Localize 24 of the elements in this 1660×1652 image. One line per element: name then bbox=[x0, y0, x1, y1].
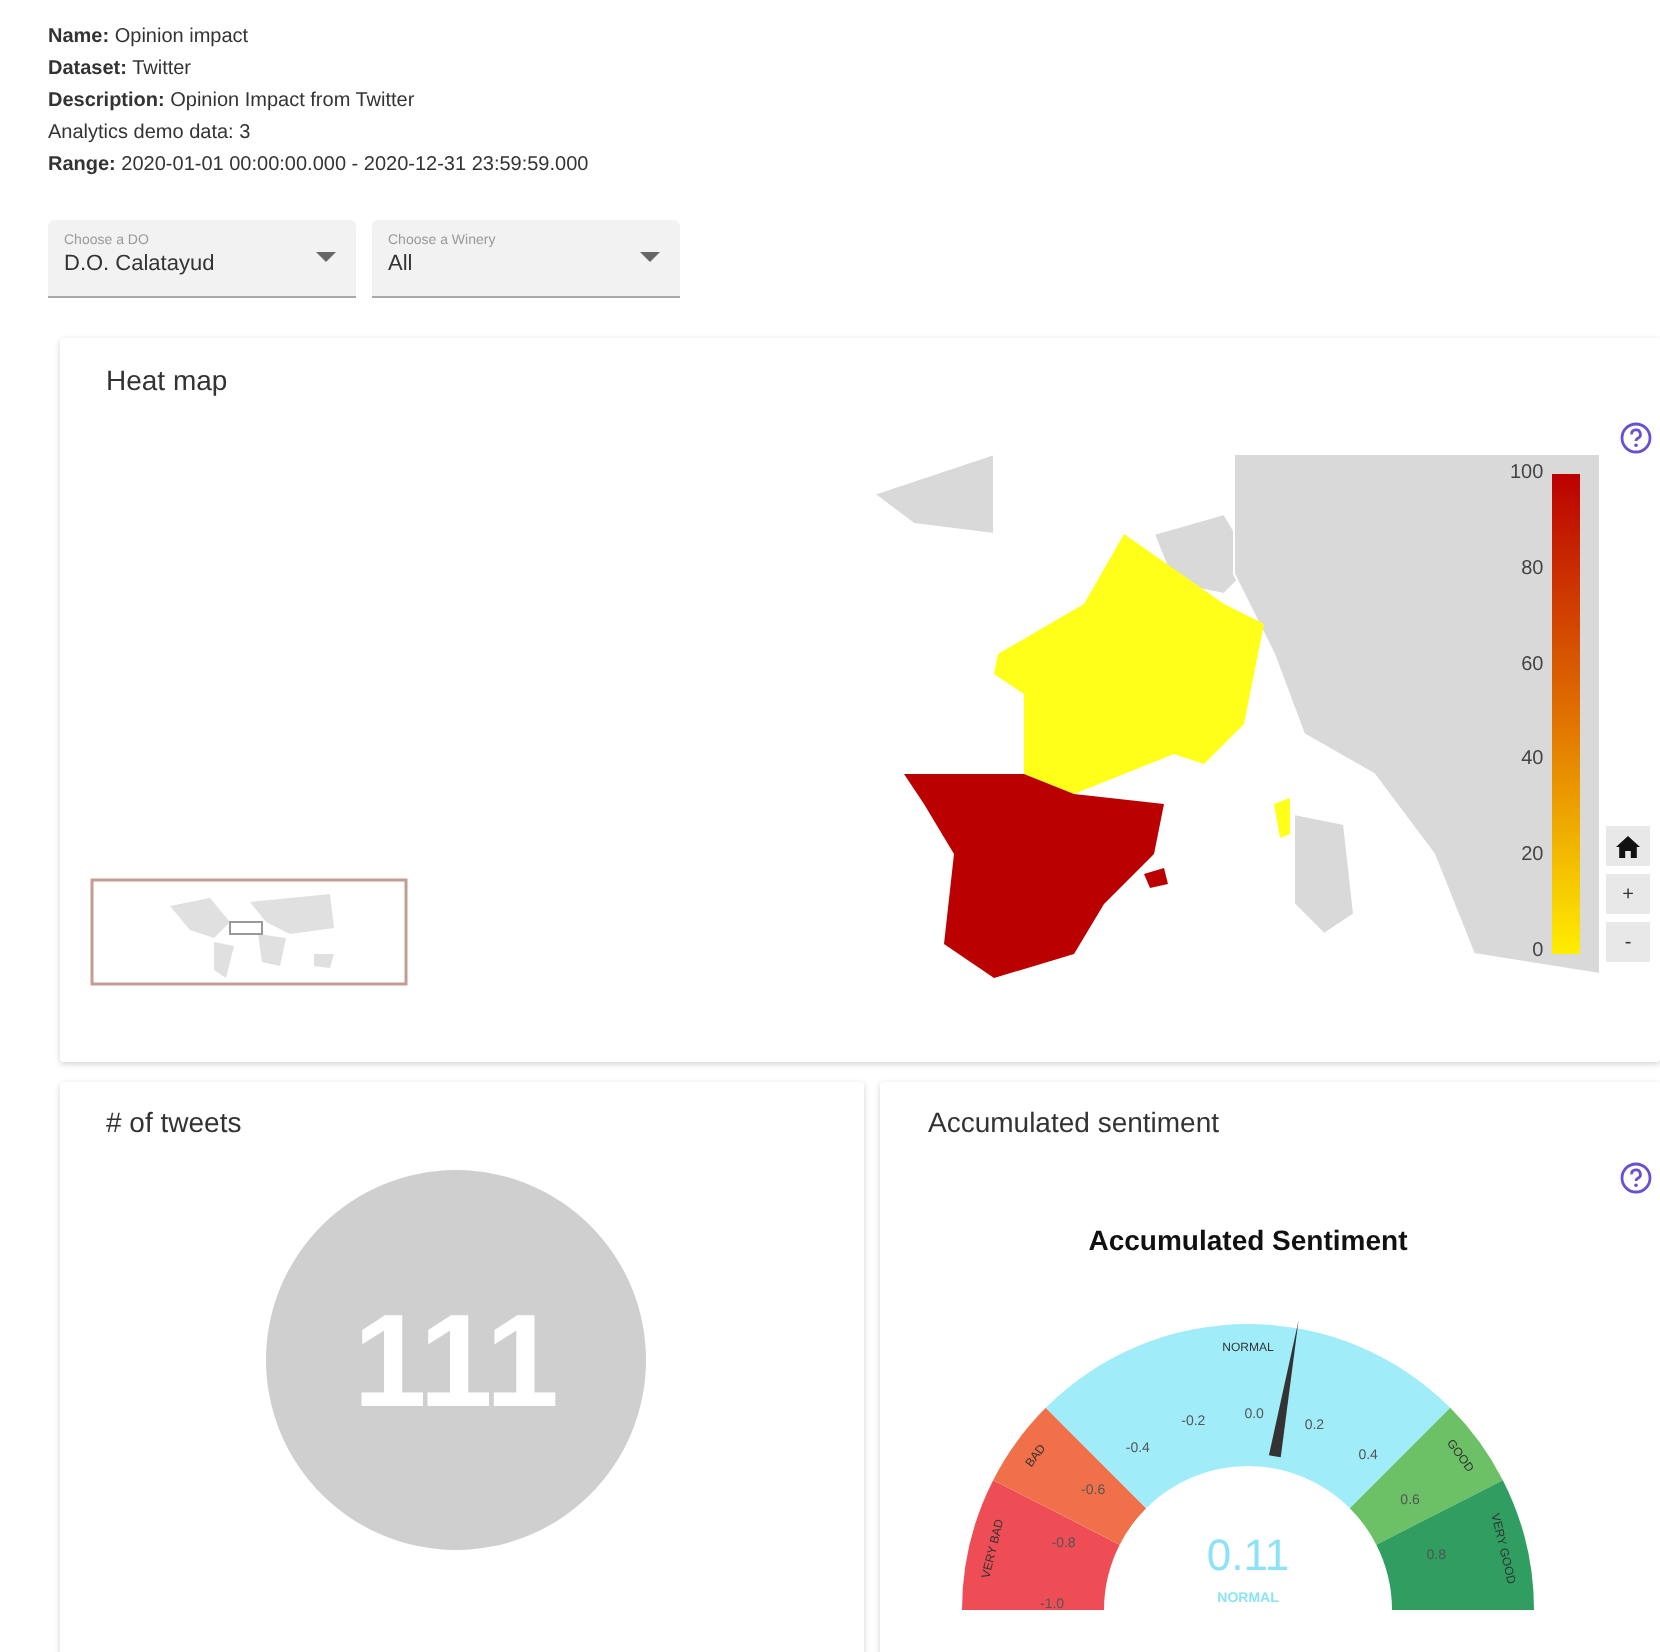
info-line: Analytics demo data: 3 bbox=[48, 120, 253, 148]
info-line: Dataset: Twitter bbox=[48, 56, 194, 84]
info-line: Range: 2020-01-01 00:00:00.000 - 2020-12-31 23:59:59.000 bbox=[48, 152, 591, 180]
legend-tick: 40 bbox=[1521, 748, 1544, 771]
info-line: Name: Opinion impact bbox=[48, 24, 251, 52]
legend-tick: 20 bbox=[1521, 844, 1544, 867]
legend-tick: 100 bbox=[1510, 462, 1544, 484]
gauge-title: Accumulated Sentiment bbox=[1088, 1224, 1408, 1256]
help-icon[interactable] bbox=[1620, 422, 1652, 454]
home-icon bbox=[1616, 835, 1640, 857]
card-title: # of tweets bbox=[106, 1106, 242, 1138]
card-title: Accumulated sentiment bbox=[928, 1106, 1220, 1138]
home-button[interactable] bbox=[1606, 826, 1650, 866]
legend-tick: 60 bbox=[1521, 653, 1544, 676]
gauge-value: 0.11 bbox=[1206, 1530, 1290, 1580]
zoom-button[interactable]: - bbox=[1606, 922, 1650, 962]
help-icon[interactable] bbox=[1620, 1162, 1652, 1194]
caret-icon bbox=[640, 252, 660, 262]
legend-tick: 80 bbox=[1521, 557, 1544, 580]
zoom-button[interactable]: + bbox=[1606, 874, 1650, 914]
legend-tick: 0 bbox=[1532, 939, 1544, 962]
caret-icon bbox=[316, 252, 336, 262]
card-title: Heat map bbox=[106, 364, 228, 396]
info-line: Description: Opinion Impact from Twitter bbox=[48, 88, 417, 116]
